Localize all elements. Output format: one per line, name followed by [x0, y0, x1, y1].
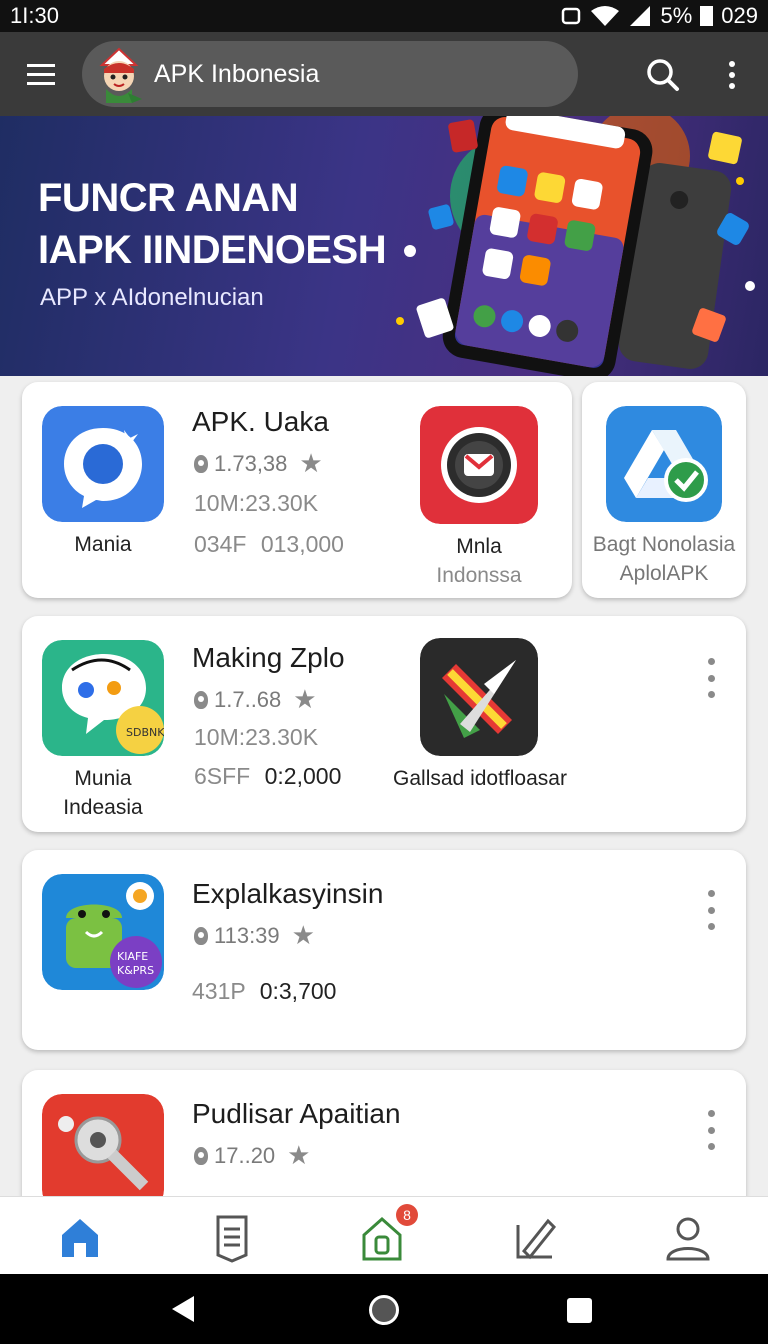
app-rating: 1.73,38 ★ [194, 448, 323, 479]
card-more-icon[interactable] [700, 890, 722, 930]
app-caption: Mania [74, 533, 132, 556]
app-price-line: 431P 0:3,700 [192, 978, 336, 1005]
location-pin-icon [194, 1146, 208, 1165]
rating-value: 17..20 [214, 1142, 276, 1168]
app-name: Pudlisar Apaitian [192, 1098, 401, 1129]
edit-icon[interactable] [508, 1209, 564, 1265]
app-card-1[interactable]: Mania APK. Uaka 1.73,38 ★ 10M:23.30K 034… [22, 382, 572, 598]
status-clock: 029 [721, 3, 758, 28]
rating-value: 1.73,38 [214, 450, 288, 476]
app-price-line: 034F 013,000 [194, 531, 344, 558]
app-title: APK Inbonesia [154, 59, 320, 88]
badge-text-2: K&PRS [117, 964, 154, 977]
app-rating: 17..20 ★ [194, 1140, 310, 1171]
app-caption: Munia Indeasia [42, 764, 164, 822]
price-value: 0:3,700 [259, 978, 337, 1004]
promo-banner[interactable]: FUNCR ANAN IAPK IINDENOESH APP x AIdonel… [0, 116, 768, 376]
caption-line-2: Indeasia [63, 796, 143, 819]
android-app-icon: KIAFE K&PRS [42, 874, 164, 990]
location-pin-icon [194, 454, 208, 473]
drive-app-caption: Bagt Nonolasia AplolAPK [582, 530, 746, 588]
overflow-menu-icon[interactable] [714, 52, 750, 98]
signal-icon [630, 6, 651, 26]
app-name: APK. Uaka [192, 406, 329, 437]
app-card-2[interactable]: Bagt Nonolasia AplolAPK [582, 382, 746, 598]
hamburger-icon [27, 61, 55, 88]
drive-caption-line-1: Bagt Nonolasia [592, 533, 736, 556]
menu-button[interactable] [0, 32, 82, 116]
banner-headline-1: FUNCR ANAN [38, 176, 299, 220]
location-pin-icon [194, 926, 208, 945]
messenger-app-icon: SDBNK [42, 640, 164, 756]
app-name: Explalkasyinsin [192, 878, 384, 909]
star-icon: ★ [299, 448, 323, 478]
system-home-icon[interactable] [369, 1295, 399, 1325]
app-card-3[interactable]: SDBNK Munia Indeasia Making Zplo 1.7..68… [22, 616, 746, 832]
card-more-icon[interactable] [700, 658, 722, 698]
system-navigation-bar [0, 1274, 768, 1344]
app-bar: APK Inbonesia [0, 32, 768, 116]
document-icon[interactable] [204, 1209, 260, 1265]
banner-headline-2: IAPK IINDENOESH [38, 228, 387, 272]
app-rating: 113:39 ★ [194, 920, 315, 951]
app-price-line: 6SFF 0:2,000 [194, 763, 341, 790]
app-downloads: 10M:23.30K [194, 724, 319, 750]
app-name: Making Zplo [192, 642, 345, 673]
status-bar: 1I:30 5% 029 [0, 0, 768, 32]
search-icon[interactable] [640, 52, 686, 98]
side-app-region: Indonssa [436, 564, 522, 587]
sticker-text: SDBNK [126, 726, 164, 739]
rating-value: 113:39 [214, 922, 280, 948]
price-code: 6SFF [194, 763, 251, 789]
camera-app-icon [420, 406, 538, 524]
wifi-icon [591, 6, 620, 26]
price-code: 034F [194, 531, 247, 557]
price-code: 431P [192, 978, 246, 1004]
recents-icon[interactable] [567, 1298, 592, 1323]
star-icon: ★ [287, 1140, 311, 1170]
mascot-logo-icon [99, 47, 142, 103]
phones-illustration [396, 116, 755, 376]
store-notification-badge: 8 [396, 1204, 418, 1226]
badge-text-1: KIAFE [117, 950, 148, 963]
app-title-bar[interactable]: APK Inbonesia [82, 41, 578, 107]
home-icon[interactable] [52, 1209, 108, 1265]
price-value: 0:2,000 [264, 763, 342, 789]
side-app-name: Mnla [456, 535, 502, 558]
drive-caption-line-2: AplolAPK [619, 562, 709, 585]
bottom-navigation [0, 1196, 768, 1274]
rocket-app-icon [420, 638, 538, 756]
star-icon: ★ [291, 920, 315, 950]
drive-app-icon [606, 406, 722, 522]
price-value: 013,000 [260, 531, 344, 557]
chat-app-icon [42, 406, 164, 522]
star-icon: ★ [293, 684, 317, 714]
screen: 1I:30 5% 029 APK Inbonesia FUNCR ANAN IA… [0, 0, 768, 1344]
location-pin-icon [194, 690, 208, 709]
app-rating: 1.7..68 ★ [194, 684, 317, 715]
nfc-icon [562, 7, 581, 25]
app-card-4[interactable]: KIAFE K&PRS Explalkasyinsin 113:39 ★ 431… [22, 850, 746, 1050]
caption-line-1: Munia [74, 767, 132, 790]
banner-subtitle: APP x AIdonelnucian [40, 284, 264, 311]
status-time: 1I:30 [10, 3, 59, 28]
back-icon[interactable] [172, 1296, 194, 1322]
profile-icon[interactable] [660, 1209, 716, 1265]
battery-percent: 5% [660, 3, 693, 28]
status-icons: 5% 029 [560, 3, 758, 29]
card-more-icon[interactable] [700, 1110, 722, 1150]
rating-value: 1.7..68 [214, 686, 282, 712]
tools-app-icon [42, 1094, 164, 1210]
side-app-caption: Gallsad idotfloasar [393, 767, 567, 790]
app-downloads: 10M:23.30K [194, 490, 319, 516]
battery-icon [700, 6, 714, 26]
side-app-caption: Mnla Indonssa [402, 532, 556, 590]
